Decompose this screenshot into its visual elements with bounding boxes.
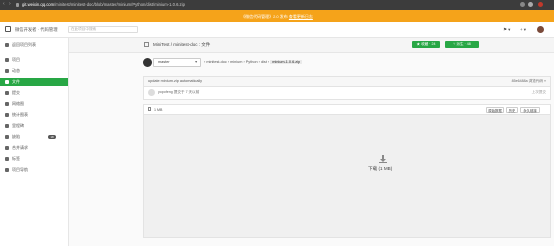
issue-icon xyxy=(5,135,9,139)
branch-icon xyxy=(143,58,152,67)
sidebar-item-project[interactable]: 项目 xyxy=(0,56,68,64)
sidebar-item-label: 标签 xyxy=(12,156,20,161)
file-size: 1 MB xyxy=(154,107,163,112)
sidebar-item-back[interactable]: 返回项目列表 xyxy=(0,41,68,49)
commit-author[interactable]: yopofeng 提交于 7 天以前 xyxy=(158,90,199,95)
commit-meta: 上次提交 xyxy=(531,90,546,94)
branch-select[interactable]: master ▾ xyxy=(153,58,201,67)
sidebar-item-issues[interactable]: 缺陷 18 xyxy=(0,133,68,141)
sidebar-item-merge-requests[interactable]: 合并请求 xyxy=(0,144,68,152)
brand-name[interactable]: 微信开发者 · 代码管理 xyxy=(15,27,58,33)
extension-icon[interactable] xyxy=(520,2,525,7)
sidebar-item-files[interactable]: 文件 xyxy=(0,78,68,86)
sidebar-item-label: 文件 xyxy=(12,79,20,84)
raw-button[interactable]: 原始数据 xyxy=(486,106,504,113)
issue-count-badge: 18 xyxy=(48,135,56,139)
sidebar-item-commits[interactable]: 提交 xyxy=(0,89,68,97)
url-path: /minitest/minitest-doc/blob/master/miniu… xyxy=(54,2,185,7)
forward-icon[interactable]: › xyxy=(9,2,14,7)
sidebar-item-label: 网络图 xyxy=(12,101,24,106)
breadcrumb-row: master ▾ › minitest-doc › minium › Pytho… xyxy=(69,56,554,70)
sidebar-item-label: 返回项目列表 xyxy=(12,42,36,47)
sidebar-item-label: 统计图表 xyxy=(12,112,28,117)
breadcrumb-path[interactable]: › minitest-doc › minium › Python › dist … xyxy=(204,60,269,64)
menu-icon[interactable] xyxy=(538,2,543,7)
back-icon[interactable]: ‹ xyxy=(3,2,8,7)
star-button[interactable]: ★ 收藏 · 24 xyxy=(412,41,440,48)
sidebar: 返回项目列表 项目 动态 文件 提交 网络图 统计图表 里程碑 缺陷 18 合并请… xyxy=(0,38,69,246)
sidebar-item-label: 项目导航 xyxy=(12,167,28,172)
sidebar-item-nav[interactable]: 项目导航 xyxy=(0,166,68,174)
file-toolbar: 1 MB 原始数据 历史 永久链接 xyxy=(143,104,551,114)
sidebar-item-label: 合并请求 xyxy=(12,145,28,150)
commit-message[interactable]: update minium.zip automatically xyxy=(148,79,202,83)
sidebar-item-label: 里程碑 xyxy=(12,123,24,128)
address-bar[interactable]: git.weixin.qq.com/minitest/minitest-doc/… xyxy=(22,2,185,8)
breadcrumb[interactable]: › minitest-doc › minium › Python › dist … xyxy=(204,60,303,64)
merge-icon xyxy=(5,146,9,150)
breadcrumb-current: minium-1.0.6.zip xyxy=(270,60,303,64)
history-button[interactable]: 历史 xyxy=(506,106,518,113)
avatar[interactable] xyxy=(537,26,544,33)
permalink-button[interactable]: 永久链接 xyxy=(520,106,540,113)
sidebar-item-graphs[interactable]: 统计图表 xyxy=(0,111,68,119)
branch-name: master xyxy=(158,60,170,64)
browser-chrome: ‹ › git.weixin.qq.com/minitest/minitest-… xyxy=(0,0,554,10)
sidebar-item-milestones[interactable]: 里程碑 xyxy=(0,122,68,130)
clock-icon xyxy=(5,124,9,128)
commit-hash[interactable]: 85e6488a 浏览代码 » xyxy=(512,79,546,84)
repo-header: MiniTest / minitest-doc : 文件 ★ 收藏 · 24 ⑂… xyxy=(69,38,554,53)
banner-message: 《微信代码管理》2.0 发布 查看更新日志 xyxy=(0,14,554,19)
banner-text: 《微信代码管理》2.0 发布 xyxy=(241,13,288,19)
file-icon xyxy=(5,80,9,84)
announcement-banner: 《微信代码管理》2.0 发布 查看更新日志 xyxy=(0,10,554,22)
commit-author-avatar xyxy=(148,89,155,96)
tag-icon xyxy=(5,157,9,161)
chevron-down-icon: ▾ xyxy=(195,60,197,64)
chart-icon xyxy=(5,113,9,117)
banner-link[interactable]: 查看更新日志 xyxy=(289,14,313,19)
repo-icon xyxy=(144,42,149,47)
plus-dropdown[interactable]: + ▾ xyxy=(520,27,526,33)
search-input[interactable]: 在此项目中搜索 xyxy=(68,26,138,33)
sidebar-item-label: 项目 xyxy=(12,57,20,62)
top-navbar: 微信开发者 · 代码管理 在此项目中搜索 ⚑ ▾ + ▾ xyxy=(0,22,554,38)
sidebar-item-network[interactable]: 网络图 xyxy=(0,100,68,108)
sidebar-item-tags[interactable]: 标签 xyxy=(0,155,68,163)
home-icon xyxy=(5,58,9,62)
plus-icon: + xyxy=(520,27,523,32)
sidebar-item-activity[interactable]: 动态 xyxy=(0,67,68,75)
logo-icon[interactable] xyxy=(5,26,11,32)
profile-icon[interactable] xyxy=(528,2,533,7)
commit-icon xyxy=(5,91,9,95)
network-icon xyxy=(5,102,9,106)
fork-button[interactable]: ⑂ 派生 · 48 xyxy=(445,41,479,48)
activity-icon xyxy=(5,69,9,73)
last-commit-panel: update minium.zip automatically 85e6488a… xyxy=(143,76,551,100)
page-title: MiniTest / minitest-doc : 文件 xyxy=(153,42,211,47)
lock-icon xyxy=(16,2,19,7)
arrow-left-icon xyxy=(5,43,9,47)
new-dropdown[interactable]: ⚑ ▾ xyxy=(503,27,510,33)
file-viewer: 下载 (1 MB) xyxy=(143,114,551,238)
new-caret: ▾ xyxy=(508,27,511,32)
list-icon xyxy=(5,168,9,172)
download-icon[interactable] xyxy=(379,155,387,163)
main-content: MiniTest / minitest-doc : 文件 ★ 收藏 · 24 ⑂… xyxy=(69,38,554,246)
download-link[interactable]: 下载 (1 MB) xyxy=(368,166,392,172)
file-icon xyxy=(148,107,151,111)
url-host: git.weixin.qq.com xyxy=(22,2,55,7)
sidebar-item-label: 提交 xyxy=(12,90,20,95)
commit-message-row: update minium.zip automatically 85e6488a… xyxy=(144,77,550,87)
sidebar-item-label: 缺陷 xyxy=(12,134,20,139)
sidebar-item-label: 动态 xyxy=(12,68,20,73)
